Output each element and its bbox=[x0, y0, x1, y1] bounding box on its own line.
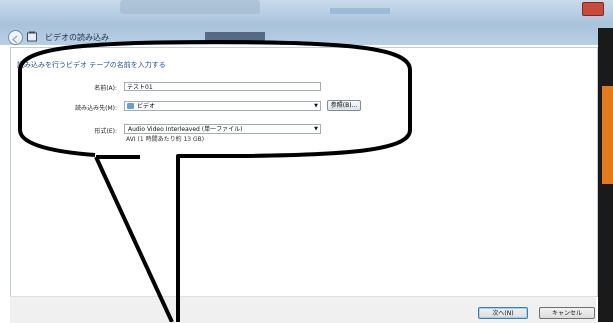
callout-balloon bbox=[18, 40, 412, 322]
callout-outline bbox=[18, 40, 412, 322]
callout-pointer bbox=[94, 156, 174, 322]
